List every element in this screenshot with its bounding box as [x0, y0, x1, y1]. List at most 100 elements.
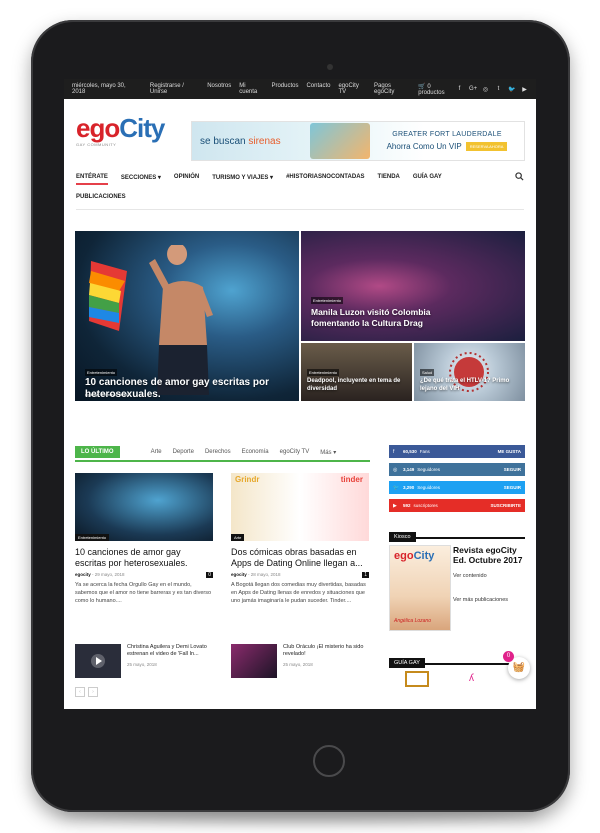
comment-count[interactable]: 1 — [362, 572, 369, 578]
home-button[interactable] — [313, 745, 345, 777]
social-action[interactable]: SEGUIR — [504, 467, 521, 472]
hero-bottom-left-article[interactable]: Entretenimiento Deadpool, incluyente en … — [301, 343, 412, 401]
social-action[interactable]: SUSCRIBIRTE — [490, 503, 521, 508]
social-count: 3,290 — [403, 485, 415, 490]
small-thumb[interactable] — [231, 644, 277, 678]
logo-city: City — [119, 113, 165, 143]
hero-bottom-right-article[interactable]: Salud ¿De qué trata el HTLV-1? Primo lej… — [414, 343, 525, 401]
social-youtube[interactable]: ▶ 592 suscriptores SUSCRIBIRTE — [389, 499, 525, 512]
magazine-title[interactable]: Revista egoCity Ed. Octubre 2017 — [453, 545, 525, 565]
nav-divider — [76, 209, 524, 210]
social-action[interactable]: SEGUIR — [504, 485, 521, 490]
banner-slogan: Ahorra Como Un VIP RESERVA AHORA — [370, 142, 524, 152]
tab-egocity-tv[interactable]: egoCity TV — [280, 449, 310, 455]
facebook-icon: f — [393, 448, 395, 455]
tab-mas[interactable]: Más ▾ — [320, 449, 336, 456]
facebook-icon[interactable]: f — [456, 86, 463, 93]
hero-br-title[interactable]: ¿De qué trata el HTLV-1? Primo lejano de… — [420, 377, 516, 393]
banner-right: GREATER FORT LAUDERDALE Ahorra Como Un V… — [370, 130, 524, 152]
small-date: 25 mayo, 2018 — [127, 662, 157, 667]
card-title[interactable]: Dos cómicas obras basadas en Apps de Dat… — [231, 547, 369, 569]
rainbow-flag — [89, 261, 127, 331]
social-count: 592 — [403, 503, 411, 508]
latest-card[interactable]: Grindr tinder Arte Dos cómicas obras bas… — [231, 473, 369, 605]
nav-historias[interactable]: #HISTORIASNOCONTADAS — [286, 174, 364, 180]
next-page-button[interactable]: › — [88, 687, 98, 697]
hero-tr-category[interactable]: Entretenimiento — [311, 297, 344, 304]
hero-bl-title[interactable]: Deadpool, incluyente en tema de diversid… — [307, 377, 403, 393]
top-link-cart[interactable]: 🛒 0 productos — [418, 83, 456, 96]
top-link-nosotros[interactable]: Nosotros — [207, 83, 231, 96]
guia-logo-thumb-2[interactable]: ʎ — [469, 673, 474, 684]
cart-icon: 🧺 — [512, 662, 526, 673]
hero-br-category[interactable]: Salud — [420, 369, 435, 376]
current-date: miércoles, mayo 30, 2018 — [72, 83, 126, 95]
main-navigation: ENTÉRATE SECCIONES ▾ OPINIÓN TURISMO Y V… — [76, 167, 524, 207]
tab-arte[interactable]: Arte — [151, 449, 162, 455]
nav-secciones[interactable]: SECCIONES ▾ — [121, 174, 161, 181]
top-link-egocity-tv[interactable]: egoCity TV — [338, 83, 366, 96]
card-title[interactable]: 10 canciones de amor gay escritas por he… — [75, 547, 213, 569]
nav-guia-gay[interactable]: GUÍA GAY — [413, 174, 442, 180]
tab-derechos[interactable]: Derechos — [205, 449, 231, 455]
comment-count[interactable]: 0 — [206, 572, 213, 578]
social-label: Seguidores — [417, 467, 441, 472]
banner-brand: GREATER FORT LAUDERDALE — [392, 130, 502, 138]
card-image[interactable]: Entretenimiento — [75, 473, 213, 541]
hero-tr-title[interactable]: Manila Luzon visitó Colombia fomentando … — [311, 307, 461, 329]
hero-bl-category[interactable]: Entretenimiento — [307, 369, 340, 376]
small-article[interactable]: Club Oráculo ¡El misterio ha sido revela… — [231, 644, 376, 680]
ad-banner[interactable]: se buscan sirenas GREATER FORT LAUDERDAL… — [191, 121, 525, 161]
prev-page-button[interactable]: ‹ — [75, 687, 85, 697]
instagram-icon: ◎ — [393, 466, 398, 473]
top-link-productos[interactable]: Productos — [271, 83, 298, 96]
small-title[interactable]: Club Oráculo ¡El misterio ha sido revela… — [283, 644, 373, 658]
card-category[interactable]: Entretenimiento — [75, 534, 110, 541]
banner-cta-button[interactable]: RESERVA AHORA — [465, 142, 508, 152]
hero-main-title[interactable]: 10 canciones de amor gay escritas por he… — [85, 377, 275, 401]
guia-logo-thumb[interactable] — [405, 671, 429, 687]
tab-economia[interactable]: Economía — [242, 449, 269, 455]
small-article[interactable]: Christina Aguilera y Demi Lovato estrena… — [75, 644, 220, 680]
nav-enterate[interactable]: ENTÉRATE — [76, 174, 108, 185]
social-facebook[interactable]: f 60,530 Fans ME GUSTA — [389, 445, 525, 458]
magazine-cover[interactable]: egoCity Angélica Lozano — [389, 545, 451, 631]
top-link-pagos[interactable]: Pagos egoCity — [374, 83, 410, 96]
nav-publicaciones[interactable]: PUBLICACIONES — [76, 194, 126, 200]
site-logo[interactable]: egoCity GAY COMMUNITY — [76, 113, 165, 147]
floating-cart-button[interactable]: 🧺 0 — [503, 651, 530, 679]
social-instagram[interactable]: ◎ 3,149 Seguidores SEGUIR — [389, 463, 525, 476]
social-action[interactable]: ME GUSTA — [498, 449, 521, 454]
tumblr-icon[interactable]: t — [495, 86, 502, 93]
tab-deporte[interactable]: Deporte — [173, 449, 194, 455]
small-thumb[interactable] — [75, 644, 121, 678]
hero-main-article[interactable]: Entretenimiento 10 canciones de amor gay… — [75, 231, 299, 401]
top-link-contacto[interactable]: Contacto — [306, 83, 330, 96]
ver-contenido-link[interactable]: Ver contenido — [453, 573, 487, 579]
search-icon[interactable] — [515, 171, 524, 183]
site-header: egoCity GAY COMMUNITY se buscan sirenas … — [64, 99, 536, 161]
instagram-icon[interactable]: ◎ — [482, 86, 489, 93]
card-category[interactable]: Arte — [231, 534, 245, 541]
nav-opinion[interactable]: OPINIÓN — [174, 174, 199, 180]
hero-top-right-article[interactable]: Entretenimiento Manila Luzon visitó Colo… — [301, 231, 525, 341]
hero-main-category[interactable]: Entretenimiento — [85, 369, 118, 376]
top-link-mi-cuenta[interactable]: Mi cuenta — [239, 83, 263, 96]
google-plus-icon[interactable]: G+ — [469, 86, 477, 93]
latest-card[interactable]: Entretenimiento 10 canciones de amor gay… — [75, 473, 213, 605]
social-count: 60,530 — [403, 449, 417, 454]
kiosco-widget: egoCity Angélica Lozano Revista egoCity … — [389, 545, 525, 645]
nav-tienda[interactable]: TIENDA — [378, 174, 400, 180]
card-image[interactable]: Grindr tinder Arte — [231, 473, 369, 541]
top-link-registrarse[interactable]: Registrarse / Unirse — [150, 83, 199, 96]
latest-tabs: LO ÚLTIMO Arte Deporte Derechos Economía… — [75, 444, 370, 462]
camera-dot — [327, 64, 333, 70]
social-twitter[interactable]: 🐦 3,290 Seguidores SEGUIR — [389, 481, 525, 494]
hero-grid: Entretenimiento 10 canciones de amor gay… — [75, 231, 525, 401]
youtube-icon[interactable]: ▶ — [521, 86, 528, 93]
small-title[interactable]: Christina Aguilera y Demi Lovato estrena… — [127, 644, 217, 658]
twitter-icon[interactable]: 🐦 — [508, 86, 515, 93]
nav-turismo[interactable]: TURISMO Y VIAJES ▾ — [212, 174, 273, 181]
ver-mas-link[interactable]: Ver más publicaciones — [453, 597, 508, 603]
card-meta: egocity - 28 mayo, 2018 1 — [231, 572, 369, 578]
